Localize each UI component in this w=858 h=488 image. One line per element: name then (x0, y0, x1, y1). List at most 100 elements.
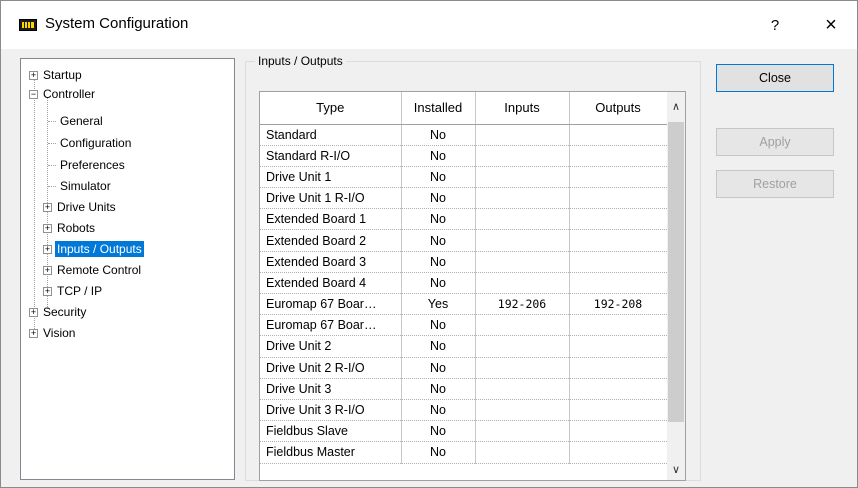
cell-type: Standard R-I/O (260, 145, 402, 167)
cell-inputs (475, 420, 570, 443)
table-row[interactable]: Euromap 67 Boar… No (260, 314, 668, 337)
expand-icon[interactable]: + (43, 203, 52, 212)
cell-type: Drive Unit 3 R-I/O (260, 399, 402, 422)
table-row[interactable]: Drive Unit 2 R-I/O No (260, 357, 668, 379)
cell-inputs (475, 399, 570, 422)
table-row[interactable]: Extended Board 1 No (260, 208, 668, 231)
cell-type: Fieldbus Slave (260, 420, 402, 443)
cell-type: Standard (260, 124, 402, 146)
table-row[interactable]: Drive Unit 1 R-I/O No (260, 187, 668, 210)
expand-icon[interactable]: + (43, 224, 52, 233)
cell-outputs (569, 378, 668, 400)
cell-installed: No (401, 441, 476, 464)
table-row[interactable]: Extended Board 4 No (260, 272, 668, 295)
table-row[interactable]: Standard R-I/O No (260, 145, 668, 167)
cell-type: Drive Unit 1 (260, 166, 402, 189)
cell-outputs (569, 272, 668, 295)
cell-installed: No (401, 124, 476, 146)
cell-outputs (569, 420, 668, 443)
cell-outputs (569, 314, 668, 337)
cell-outputs (569, 208, 668, 231)
restore-button[interactable]: Restore (716, 170, 834, 198)
io-table[interactable]: Type Installed Inputs Outputs Standard No… (259, 91, 686, 481)
cell-inputs (475, 335, 570, 358)
expand-icon[interactable]: + (43, 266, 52, 275)
vertical-scrollbar[interactable]: ∧ ∨ (667, 92, 685, 480)
cell-installed: No (401, 314, 476, 337)
cell-type: Drive Unit 1 R-I/O (260, 187, 402, 210)
table-row[interactable]: Drive Unit 3 No (260, 378, 668, 400)
table-row[interactable]: Standard No (260, 124, 668, 146)
cell-installed: No (401, 251, 476, 273)
table-row[interactable]: Extended Board 3 No (260, 251, 668, 273)
expand-icon[interactable]: + (43, 287, 52, 296)
cell-inputs (475, 251, 570, 273)
cell-installed: No (401, 187, 476, 210)
window-close-button[interactable]: × (809, 11, 853, 39)
chevron-up-icon[interactable]: ∧ (667, 92, 685, 122)
column-header-installed[interactable]: Installed (401, 92, 476, 125)
table-row[interactable]: Euromap 67 Boar… Yes 192-206 192-208 (260, 293, 668, 316)
cell-inputs (475, 208, 570, 231)
cell-type: Fieldbus Master (260, 441, 402, 464)
selected-tree-label: Inputs / Outputs (55, 241, 144, 257)
expand-icon[interactable]: + (43, 245, 52, 254)
cell-outputs (569, 166, 668, 189)
close-button[interactable]: Close (716, 64, 834, 92)
cell-inputs (475, 357, 570, 379)
settings-tree[interactable]: + Startup − Controller General Configura… (20, 58, 235, 480)
cell-installed: No (401, 420, 476, 443)
table-row[interactable]: Fieldbus Slave No (260, 420, 668, 443)
cell-outputs (569, 229, 668, 252)
column-header-inputs[interactable]: Inputs (475, 92, 570, 125)
cell-type: Extended Board 3 (260, 251, 402, 273)
cell-outputs (569, 145, 668, 167)
cell-type: Euromap 67 Boar… (260, 314, 402, 337)
cell-outputs (569, 335, 668, 358)
cell-installed: No (401, 208, 476, 231)
table-row[interactable]: Drive Unit 2 No (260, 335, 668, 358)
help-button[interactable]: ? (755, 13, 795, 39)
column-header-outputs[interactable]: Outputs (569, 92, 668, 125)
cell-inputs (475, 145, 570, 167)
cell-installed: No (401, 335, 476, 358)
table-row[interactable]: Drive Unit 1 No (260, 166, 668, 189)
cell-type: Extended Board 4 (260, 272, 402, 295)
cell-type: Euromap 67 Boar… (260, 293, 402, 316)
cell-inputs (475, 166, 570, 189)
cell-type: Drive Unit 2 (260, 335, 402, 358)
scrollbar-thumb[interactable] (668, 122, 684, 422)
cell-inputs (475, 272, 570, 295)
chevron-down-icon[interactable]: ∨ (667, 460, 685, 480)
cell-inputs (475, 441, 570, 464)
cell-installed: No (401, 399, 476, 422)
column-header-type[interactable]: Type (260, 92, 402, 125)
table-row[interactable]: Fieldbus Master No (260, 441, 668, 464)
io-group-title: Inputs / Outputs (255, 54, 346, 68)
cell-type: Drive Unit 3 (260, 378, 402, 400)
cell-installed: No (401, 357, 476, 379)
cell-inputs (475, 187, 570, 210)
table-row[interactable]: Drive Unit 3 R-I/O No (260, 399, 668, 422)
io-board-icon (19, 19, 37, 31)
cell-inputs: 192-206 (475, 293, 570, 316)
title-bar: System Configuration ? × (1, 1, 857, 49)
cell-inputs (475, 229, 570, 252)
cell-inputs (475, 124, 570, 146)
cell-outputs (569, 251, 668, 273)
cell-outputs (569, 124, 668, 146)
table-row[interactable]: Extended Board 2 No (260, 229, 668, 252)
cell-installed: Yes (401, 293, 476, 316)
cell-installed: No (401, 378, 476, 400)
system-configuration-window: System Configuration ? × + Startup − Con… (0, 0, 858, 488)
expand-icon[interactable]: + (29, 71, 38, 80)
collapse-icon[interactable]: − (29, 90, 38, 99)
expand-icon[interactable]: + (29, 329, 38, 338)
expand-icon[interactable]: + (29, 308, 38, 317)
cell-outputs (569, 187, 668, 210)
cell-installed: No (401, 272, 476, 295)
table-header-row: Type Installed Inputs Outputs (260, 92, 668, 125)
cell-installed: No (401, 166, 476, 189)
cell-inputs (475, 314, 570, 337)
apply-button[interactable]: Apply (716, 128, 834, 156)
